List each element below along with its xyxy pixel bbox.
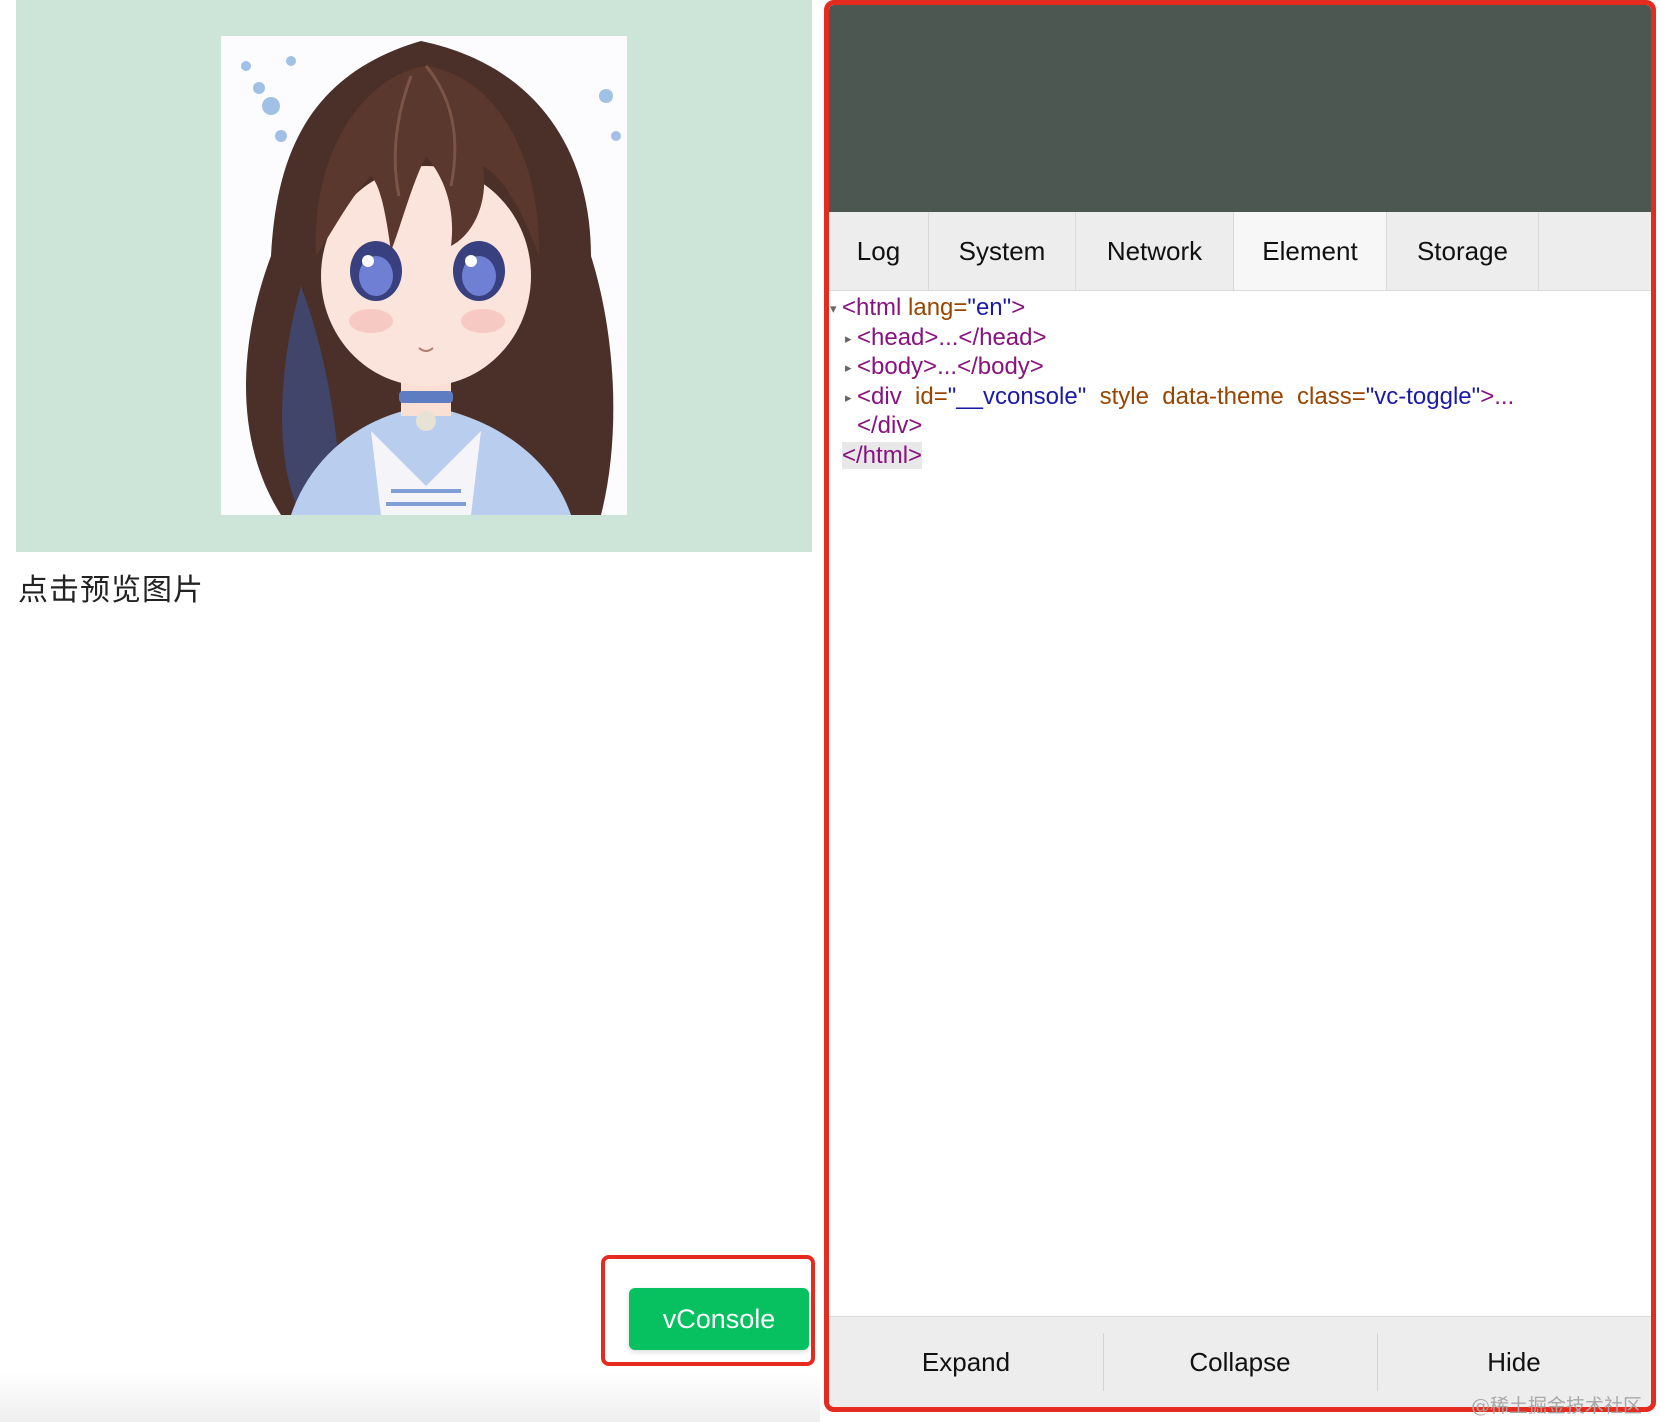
tree-node-head[interactable]: ▸ <head>...</head> — [829, 323, 1651, 353]
html-tag-open: <html — [842, 294, 902, 321]
html-close-tag: </html> — [842, 441, 923, 469]
anime-girl-image[interactable] — [221, 36, 627, 515]
div-id-value: __vconsole — [956, 382, 1078, 410]
element-tree: ▾ <html lang="en"> ▸ <head>...</head> ▸ <bo… — [829, 291, 1651, 1317]
image-preview-area[interactable] — [16, 0, 812, 552]
tree-node-vconsole-div[interactable]: ▸ <div id="__vconsole" style data-theme c… — [829, 382, 1651, 412]
html-attr-name: lang — [908, 294, 954, 321]
caret-right-icon[interactable]: ▸ — [845, 383, 852, 413]
head-node-text: <head>...</head> — [857, 323, 1047, 351]
div-id-attr: id — [915, 382, 934, 410]
watermark: @稀土掘金技术社区 — [1470, 1395, 1642, 1417]
tab-network[interactable]: Network — [1076, 212, 1234, 290]
body-node-text: <body>...</body> — [857, 353, 1044, 380]
tab-storage[interactable]: Storage — [1387, 212, 1539, 290]
div-data-theme-attr: data-theme — [1162, 382, 1284, 410]
caret-right-icon[interactable]: ▸ — [845, 324, 852, 354]
tree-node-html-close: </html> — [829, 441, 1651, 471]
div-class-attr: class — [1297, 382, 1352, 410]
tree-node-body[interactable]: ▸ <body>...</body> — [829, 352, 1651, 382]
bottom-fade — [0, 1372, 820, 1422]
vconsole-tabbar: Log System Network Element Storage — [829, 212, 1651, 291]
preview-caption: 点击预览图片 — [18, 573, 204, 608]
div-tag-open: <div — [857, 382, 902, 410]
tab-system[interactable]: System — [929, 212, 1076, 290]
div-style-attr: style — [1099, 382, 1149, 410]
tab-spacer — [1539, 212, 1651, 290]
div-close-tag: </div> — [857, 412, 923, 439]
vconsole-toggle-button[interactable]: vConsole — [629, 1288, 809, 1350]
expand-button[interactable]: Expand — [829, 1317, 1103, 1407]
vconsole-mask[interactable] — [829, 5, 1651, 212]
mobile-page: 点击预览图片 vConsole — [0, 0, 820, 1422]
tab-log[interactable]: Log — [829, 212, 929, 290]
caret-down-icon[interactable]: ▾ — [830, 294, 837, 324]
caret-right-icon[interactable]: ▸ — [845, 353, 852, 383]
div-class-value: vc-toggle — [1374, 382, 1472, 410]
tree-node-div-close: </div> — [829, 411, 1651, 441]
html-tag-close-bracket: > — [1011, 294, 1026, 321]
html-attr-value: en — [975, 294, 1003, 321]
tree-node-html[interactable]: ▾ <html lang="en"> — [829, 293, 1651, 323]
vconsole-panel: Log System Network Element Storage ▾ <htm… — [824, 0, 1656, 1412]
tab-element[interactable]: Element — [1234, 212, 1387, 290]
div-tag-tail: >... — [1480, 382, 1515, 410]
collapse-button[interactable]: Collapse — [1103, 1317, 1377, 1407]
